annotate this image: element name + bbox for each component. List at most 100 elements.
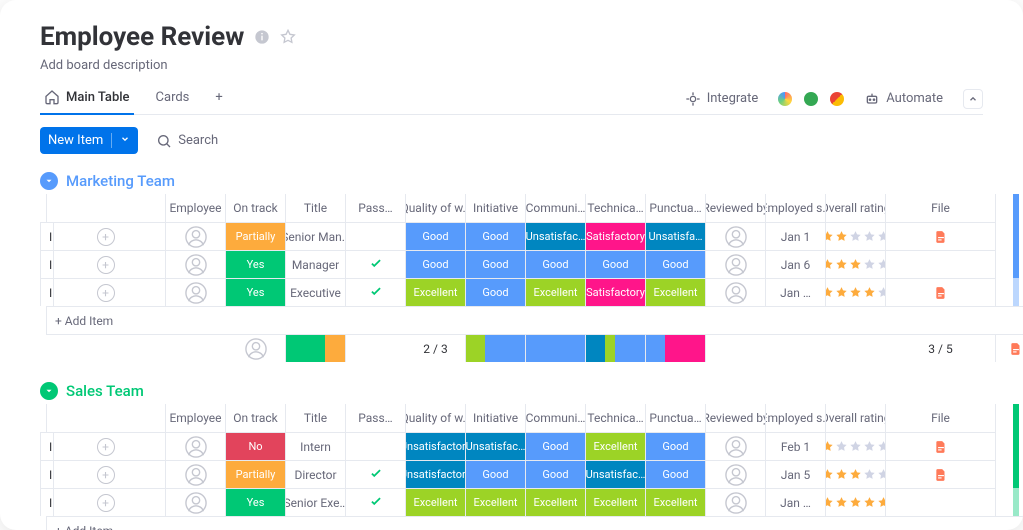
employee-cell[interactable] [166,460,226,488]
rating-cell[interactable]: Good [586,250,646,278]
reviewed-by-cell[interactable] [706,278,766,306]
pass-cell[interactable] [346,278,406,306]
group-name[interactable]: Sales Team [66,382,144,400]
rating-cell[interactable]: Good [526,432,586,460]
rating-cell[interactable]: Excellent [406,278,466,306]
add-update-button[interactable]: + [46,278,166,306]
tab-main-table[interactable]: Main Table [40,83,134,115]
rating-cell[interactable]: Good [406,222,466,250]
column-header[interactable]: On track [226,194,286,222]
column-header[interactable]: On track [226,404,286,432]
employee-cell[interactable] [166,488,226,516]
overall-rating-cell[interactable] [826,250,886,278]
group-toggle-icon[interactable] [40,382,58,400]
column-header[interactable]: Employed s… [766,194,826,222]
title-cell[interactable]: Executive [286,278,346,306]
file-cell[interactable] [886,432,996,460]
title-cell[interactable]: Senior Man… [286,222,346,250]
overall-rating-cell[interactable] [826,278,886,306]
rating-cell[interactable]: Excellent [466,488,526,516]
integration-icon-gmail[interactable] [830,92,844,106]
reviewed-by-cell[interactable] [706,432,766,460]
rating-cell[interactable]: Good [406,250,466,278]
column-header[interactable]: Quality of w… [406,404,466,432]
title-cell[interactable]: Manager [286,250,346,278]
board-description[interactable]: Add board description [40,58,983,73]
rating-cell[interactable]: Excellent [526,488,586,516]
rating-cell[interactable]: Unsatisfac… [586,460,646,488]
column-header[interactable]: Pass… [346,194,406,222]
pass-cell[interactable] [346,222,406,250]
column-header[interactable]: Title [286,404,346,432]
rating-cell[interactable]: Unsatisfactory [406,432,466,460]
reviewed-by-cell[interactable] [706,250,766,278]
file-cell[interactable] [886,278,996,306]
date-cell[interactable]: Jan 1 [766,222,826,250]
date-cell[interactable]: Jan 6 [766,250,826,278]
title-cell[interactable]: Director [286,460,346,488]
group-name[interactable]: Marketing Team [66,172,175,190]
column-header[interactable]: Employee [166,404,226,432]
search-button[interactable]: Search [156,133,218,149]
rating-cell[interactable]: Unsatisfac… [526,222,586,250]
on-track-cell[interactable]: Yes [226,488,286,516]
add-update-button[interactable]: + [46,250,166,278]
rating-cell[interactable]: Good [646,250,706,278]
date-cell[interactable]: Feb 1 [766,432,826,460]
pass-cell[interactable] [346,488,406,516]
add-update-button[interactable]: + [46,432,166,460]
integrate-button[interactable]: Integrate [677,87,767,111]
group-toggle-icon[interactable] [40,172,58,190]
overall-rating-cell[interactable] [826,432,886,460]
rating-cell[interactable]: Unsatisfac… [466,432,526,460]
employee-cell[interactable] [166,250,226,278]
rating-cell[interactable]: Good [466,222,526,250]
rating-cell[interactable]: Excellent [526,278,586,306]
column-header[interactable]: Reviewed by [706,194,766,222]
column-header[interactable]: Punctua… [646,194,706,222]
rating-cell[interactable]: Good [466,250,526,278]
rating-cell[interactable]: Good [646,460,706,488]
overall-rating-cell[interactable] [826,222,886,250]
rating-cell[interactable]: Excellent [586,432,646,460]
rating-cell[interactable]: Excellent [406,488,466,516]
rating-cell[interactable]: Excellent [586,488,646,516]
file-cell[interactable] [886,222,996,250]
rating-cell[interactable]: Good [646,432,706,460]
rating-cell[interactable]: Good [526,460,586,488]
collapse-button[interactable] [963,89,983,109]
rating-cell[interactable]: Excellent [646,278,706,306]
add-update-button[interactable]: + [46,222,166,250]
rating-cell[interactable]: Good [466,460,526,488]
add-item-button[interactable]: + Add Item [46,516,1023,530]
rating-cell[interactable]: Unsatisfa… [646,222,706,250]
integration-icon-2[interactable] [804,92,818,106]
pass-cell[interactable] [346,432,406,460]
rating-cell[interactable]: Good [526,250,586,278]
file-cell[interactable] [886,488,996,516]
column-header[interactable]: Employed s… [766,404,826,432]
column-header[interactable]: Initiative [466,194,526,222]
column-header[interactable]: Reviewed by [706,404,766,432]
column-header[interactable]: Initiative [466,404,526,432]
employee-cell[interactable] [166,432,226,460]
column-header[interactable]: Quality of w… [406,194,466,222]
overall-rating-cell[interactable] [826,460,886,488]
column-header[interactable]: Pass… [346,404,406,432]
on-track-cell[interactable]: Yes [226,278,286,306]
column-header[interactable]: Technica… [586,404,646,432]
rating-cell[interactable]: Satisfactory [586,222,646,250]
column-header[interactable]: Technica… [586,194,646,222]
rating-cell[interactable]: Unsatisfactory [406,460,466,488]
employee-cell[interactable] [166,222,226,250]
date-cell[interactable]: Jan … [766,488,826,516]
column-header[interactable]: Title [286,194,346,222]
date-cell[interactable]: Jan … [766,278,826,306]
column-header[interactable]: Overall rating [826,194,886,222]
on-track-cell[interactable]: Partially [226,222,286,250]
on-track-cell[interactable]: Yes [226,250,286,278]
column-header[interactable]: Communi… [526,404,586,432]
title-cell[interactable]: Senior Exe… [286,488,346,516]
star-icon[interactable] [280,29,296,45]
column-header[interactable]: Communi… [526,194,586,222]
